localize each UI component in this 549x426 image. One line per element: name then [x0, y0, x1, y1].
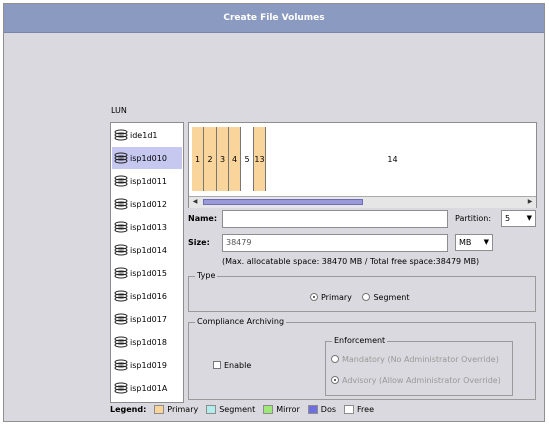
window-title: Create File Volumes — [4, 4, 544, 33]
disk-icon — [114, 359, 128, 371]
lun-item-label: isp1d018 — [130, 337, 167, 347]
disk-icon — [114, 336, 128, 348]
disk-icon — [114, 221, 128, 233]
enforcement-group: Enforcement Mandatory (No Administrator … — [325, 336, 513, 396]
partition-bar: 1 2 3 4 5 13 14 ◀ ▶ — [188, 122, 537, 208]
advisory-radio[interactable]: Advisory (Allow Administrator Override) — [331, 376, 501, 385]
lun-list-item[interactable]: isp1d012 — [112, 193, 182, 215]
disk-icon — [114, 267, 128, 279]
disk-icon — [114, 382, 128, 394]
lun-item-label: isp1d011 — [130, 176, 167, 186]
legend-swatch — [206, 405, 217, 414]
lun-label: LUN — [111, 106, 127, 115]
legend-item-label: Free — [357, 405, 375, 414]
type-group-title: Type — [195, 271, 218, 280]
partition-segment[interactable]: 13 — [254, 127, 266, 191]
lun-list-item[interactable]: isp1d016 — [112, 285, 182, 307]
arrow-right-icon[interactable]: ▶ — [525, 197, 535, 207]
chevron-down-icon: ▼ — [526, 214, 532, 222]
name-input[interactable] — [222, 210, 448, 228]
legend-item-label: Segment — [219, 405, 256, 414]
enable-checkbox[interactable]: Enable — [213, 361, 251, 370]
lun-list-item[interactable]: isp1d011 — [112, 170, 182, 192]
lun-list[interactable]: ide1d1 isp1d010 isp1d011 isp1d012 isp1d013 is… — [110, 122, 184, 403]
radio-icon — [331, 355, 339, 363]
disk-icon — [114, 198, 128, 210]
compliance-group-title: Compliance Archiving — [195, 317, 287, 326]
primary-radio-label: Primary — [321, 293, 352, 302]
legend-swatch — [154, 405, 165, 414]
lun-item-label: isp1d014 — [130, 245, 167, 255]
partition-segment[interactable]: 4 — [229, 127, 241, 191]
mandatory-label: Mandatory (No Administrator Override) — [342, 355, 499, 364]
lun-item-label: isp1d015 — [130, 268, 167, 278]
lun-list-item[interactable]: isp1d014 — [112, 239, 182, 261]
radio-selected-icon — [331, 376, 339, 384]
lun-list-item[interactable]: ide1d1 — [112, 124, 182, 146]
mandatory-radio[interactable]: Mandatory (No Administrator Override) — [331, 355, 499, 364]
enable-label: Enable — [224, 361, 252, 370]
disk-icon — [114, 244, 128, 256]
legend-swatch — [307, 405, 318, 414]
type-group: Type Primary Segment — [188, 271, 536, 312]
disk-icon — [114, 313, 128, 325]
disk-icon — [114, 175, 128, 187]
legend-swatch — [263, 405, 274, 414]
disk-icon — [114, 152, 128, 164]
compliance-group: Compliance Archiving Enable Enforcement … — [188, 317, 536, 400]
partition-segment[interactable]: 3 — [217, 127, 229, 191]
radio-selected-icon — [310, 293, 318, 301]
arrow-left-icon[interactable]: ◀ — [190, 197, 200, 207]
lun-item-label: isp1d016 — [130, 291, 167, 301]
unit-select[interactable]: MB ▼ — [455, 234, 493, 251]
size-label: Size: — [188, 238, 210, 247]
lun-item-label: isp1d01A — [130, 383, 168, 393]
checkbox-icon — [213, 361, 221, 369]
size-input[interactable]: 38479 — [222, 234, 448, 252]
lun-item-label: isp1d019 — [130, 360, 167, 370]
lun-item-label: isp1d013 — [130, 222, 167, 232]
legend-label: Legend: — [110, 405, 147, 414]
lun-list-item[interactable]: isp1d010 — [112, 147, 182, 169]
legend-item-label: Dos — [320, 405, 337, 414]
partition-value: 5 — [505, 214, 511, 223]
legend: Legend: Primary Segment Mirror Dos Free — [110, 405, 374, 414]
partition-segment[interactable]: 14 — [266, 127, 519, 191]
lun-list-item[interactable]: isp1d013 — [112, 216, 182, 238]
name-label: Name: — [188, 214, 218, 223]
legend-swatch — [344, 405, 355, 414]
disk-icon — [114, 290, 128, 302]
partition-select[interactable]: 5 ▼ — [501, 210, 536, 227]
lun-item-label: isp1d010 — [130, 153, 167, 163]
lun-item-label: isp1d012 — [130, 199, 167, 209]
partition-label: Partition: — [455, 214, 492, 223]
disk-icon — [114, 129, 128, 141]
lun-list-item[interactable]: isp1d017 — [112, 308, 182, 330]
lun-list-item[interactable]: isp1d01A — [112, 377, 182, 399]
segment-radio[interactable]: Segment — [362, 293, 409, 302]
primary-radio[interactable]: Primary — [310, 293, 352, 302]
segment-radio-label: Segment — [373, 293, 410, 302]
scroll-thumb[interactable] — [203, 199, 363, 205]
lun-list-item[interactable]: isp1d015 — [112, 262, 182, 284]
create-file-volumes-window: Create File Volumes LUN ide1d1 isp1d010 is… — [3, 3, 545, 422]
max-space-text: (Max. allocatable space: 38470 MB / Tota… — [222, 257, 480, 266]
chevron-down-icon: ▼ — [483, 238, 489, 246]
radio-icon — [362, 293, 371, 301]
legend-item-label: Primary — [167, 405, 199, 414]
legend-item-label: Mirror — [276, 405, 300, 414]
partition-scrollbar[interactable]: ◀ ▶ — [189, 196, 536, 208]
lun-item-label: ide1d1 — [130, 130, 158, 140]
lun-list-item[interactable]: isp1d018 — [112, 331, 182, 353]
advisory-label: Advisory (Allow Administrator Override) — [342, 376, 501, 385]
partition-segment[interactable]: 1 — [192, 127, 204, 191]
enforcement-title: Enforcement — [332, 336, 388, 345]
lun-list-item[interactable]: isp1d019 — [112, 354, 182, 376]
partition-segment[interactable]: 5 — [241, 127, 254, 191]
lun-item-label: isp1d017 — [130, 314, 167, 324]
partition-segment[interactable]: 2 — [204, 127, 217, 191]
unit-value: MB — [459, 238, 472, 247]
